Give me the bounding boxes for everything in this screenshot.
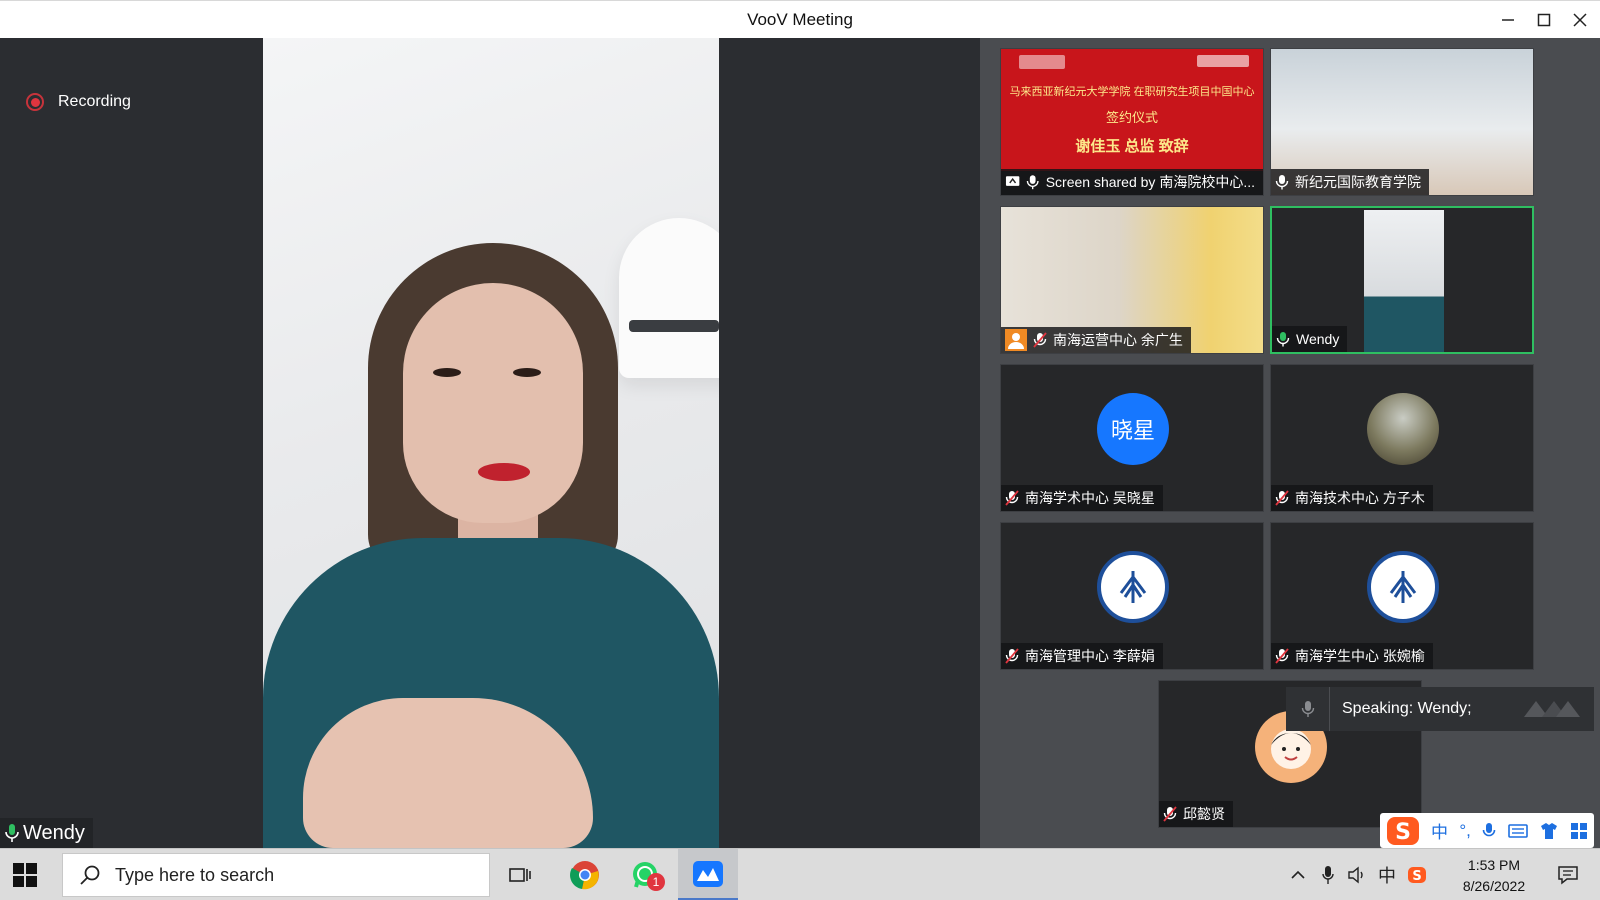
windows-start-icon[interactable] [12, 862, 38, 888]
tray-input-language[interactable]: 中 [1374, 849, 1400, 900]
participant-tile-wendy[interactable]: Wendy [1270, 206, 1534, 354]
mic-icon [1275, 175, 1289, 190]
task-view-button[interactable] [490, 849, 550, 900]
main-speaker-name-tag: Wendy [0, 818, 93, 848]
taskbar-voov-meeting[interactable] [678, 849, 738, 900]
taskbar-whatsapp[interactable]: 1 [615, 849, 675, 900]
tray-sogou[interactable]: S [1404, 849, 1430, 900]
slide-logo-right [1197, 55, 1249, 67]
school-emblem-icon [1367, 551, 1439, 623]
participant-tile-3[interactable]: 南海运营中心 余广生 [1000, 206, 1264, 354]
main-stage: Recording Wendy [0, 38, 980, 848]
participant-tile-5[interactable]: 晓星 南海学术中心 吴晓星 [1000, 364, 1264, 512]
tile-label: 新纪元国际教育学院 [1271, 169, 1429, 195]
clock-date: 8/26/2022 [1462, 878, 1526, 894]
task-view-icon [509, 868, 531, 882]
mic-muted-icon [1005, 490, 1019, 506]
maximize-button[interactable] [1526, 7, 1562, 33]
sogou-logo-icon: S [1386, 816, 1419, 845]
user-icon [1005, 329, 1027, 351]
tile-label: Screen shared by 南海院校中心... [1001, 169, 1263, 195]
speaker-face [403, 283, 583, 523]
tray-overflow[interactable] [1286, 849, 1310, 900]
tray-mic[interactable] [1316, 849, 1340, 900]
participant-tile-screen-share[interactable]: 马来西亚新纪元大学学院 在职研究生项目中国中心 签约仪式 谢佳玉 总监 致辞 S… [1000, 48, 1264, 196]
meeting-area: Recording Wendy 马来西亚新纪元大学学院 在职研究生项目中国中心 [0, 38, 1600, 848]
tile-label: 南海运营中心 余广生 [1001, 327, 1191, 353]
tile-label: 邱懿贤 [1159, 801, 1233, 827]
chevron-up-icon [1291, 870, 1305, 879]
ime-grid-icon[interactable] [1570, 822, 1588, 840]
minimize-icon [1502, 19, 1514, 21]
taskbar-chrome[interactable] [555, 849, 615, 900]
search-icon [80, 865, 100, 885]
recording-indicator[interactable]: Recording [26, 93, 131, 111]
tile-label: 南海学术中心 吴晓星 [1001, 485, 1163, 511]
shared-slide: 马来西亚新纪元大学学院 在职研究生项目中国中心 签约仪式 谢佳玉 总监 致辞 [1001, 49, 1263, 171]
slide-logo-left [1019, 55, 1065, 69]
mic-icon [1027, 175, 1039, 190]
participant-tile-6[interactable]: 南海技术中心 方子木 [1270, 364, 1534, 512]
mic-icon [1301, 701, 1314, 717]
sogou-tray-icon: S [1408, 867, 1426, 884]
mic-active-icon [1276, 332, 1290, 347]
minimize-button[interactable] [1490, 7, 1526, 33]
notification-badge: 1 [647, 873, 665, 891]
chrome-icon [570, 861, 599, 890]
microphone-icon [1322, 866, 1334, 884]
ime-lang-toggle[interactable]: 中 [1431, 818, 1448, 843]
video-feed [1364, 210, 1444, 352]
taskbar-search[interactable]: Type here to search [62, 853, 490, 897]
close-icon [1573, 13, 1587, 27]
tile-label: 南海管理中心 李薛娟 [1001, 643, 1163, 669]
participant-tile-8[interactable]: 南海学生中心 张婉榆 [1270, 522, 1534, 670]
recording-icon [26, 93, 44, 111]
ime-punctuation-toggle[interactable]: °, [1459, 821, 1471, 841]
ime-toolbar[interactable]: S 中 °, [1380, 813, 1594, 848]
mic-muted-icon [1275, 490, 1289, 506]
speaking-indicator: Speaking: Wendy; [1286, 687, 1594, 731]
taskbar: Type here to search 1 中 S 1:53 PM 8/26/2… [0, 848, 1600, 900]
mic-muted-icon [1033, 332, 1047, 348]
mic-muted-icon [1005, 648, 1019, 664]
avatar [1367, 393, 1439, 465]
window-title: VooV Meeting [747, 10, 853, 29]
ime-skin-icon[interactable] [1539, 822, 1559, 840]
screen-share-icon [1005, 176, 1020, 186]
voov-logo-icon [1524, 701, 1580, 717]
participant-tile-7[interactable]: 南海管理中心 李薛娟 [1000, 522, 1264, 670]
main-speaker-video[interactable] [263, 38, 719, 848]
tile-label: 南海学生中心 张婉榆 [1271, 643, 1433, 669]
clock-time: 1:53 PM [1467, 857, 1521, 873]
ime-keyboard-icon[interactable] [1507, 823, 1528, 838]
tile-label: 南海技术中心 方子木 [1271, 485, 1433, 511]
tile-label: Wendy [1272, 326, 1348, 352]
lamp-shape [619, 218, 719, 378]
svg-text:S: S [1395, 820, 1411, 845]
mic-muted-icon [1163, 806, 1177, 822]
notification-icon [1558, 866, 1578, 885]
tray-volume[interactable] [1344, 849, 1370, 900]
system-clock[interactable]: 1:53 PM 8/26/2022 [1444, 855, 1544, 897]
main-speaker-name: Wendy [23, 821, 85, 844]
participant-tile-2[interactable]: 新纪元国际教育学院 [1270, 48, 1534, 196]
mic-active-icon [5, 824, 19, 842]
speaking-text: Speaking: Wendy; [1342, 700, 1472, 717]
svg-text:S: S [1412, 869, 1421, 884]
title-bar: VooV Meeting [0, 0, 1600, 38]
voov-meeting-icon [693, 860, 723, 887]
speaker-icon [1348, 866, 1363, 884]
search-placeholder: Type here to search [115, 864, 275, 885]
action-center-button[interactable] [1548, 849, 1588, 900]
ime-mic-icon[interactable] [1482, 822, 1496, 840]
avatar: 晓星 [1097, 393, 1169, 465]
maximize-icon [1537, 13, 1551, 27]
school-emblem-icon [1097, 551, 1169, 623]
mic-muted-icon [1275, 648, 1289, 664]
recording-label: Recording [58, 93, 131, 110]
close-button[interactable] [1562, 7, 1598, 33]
